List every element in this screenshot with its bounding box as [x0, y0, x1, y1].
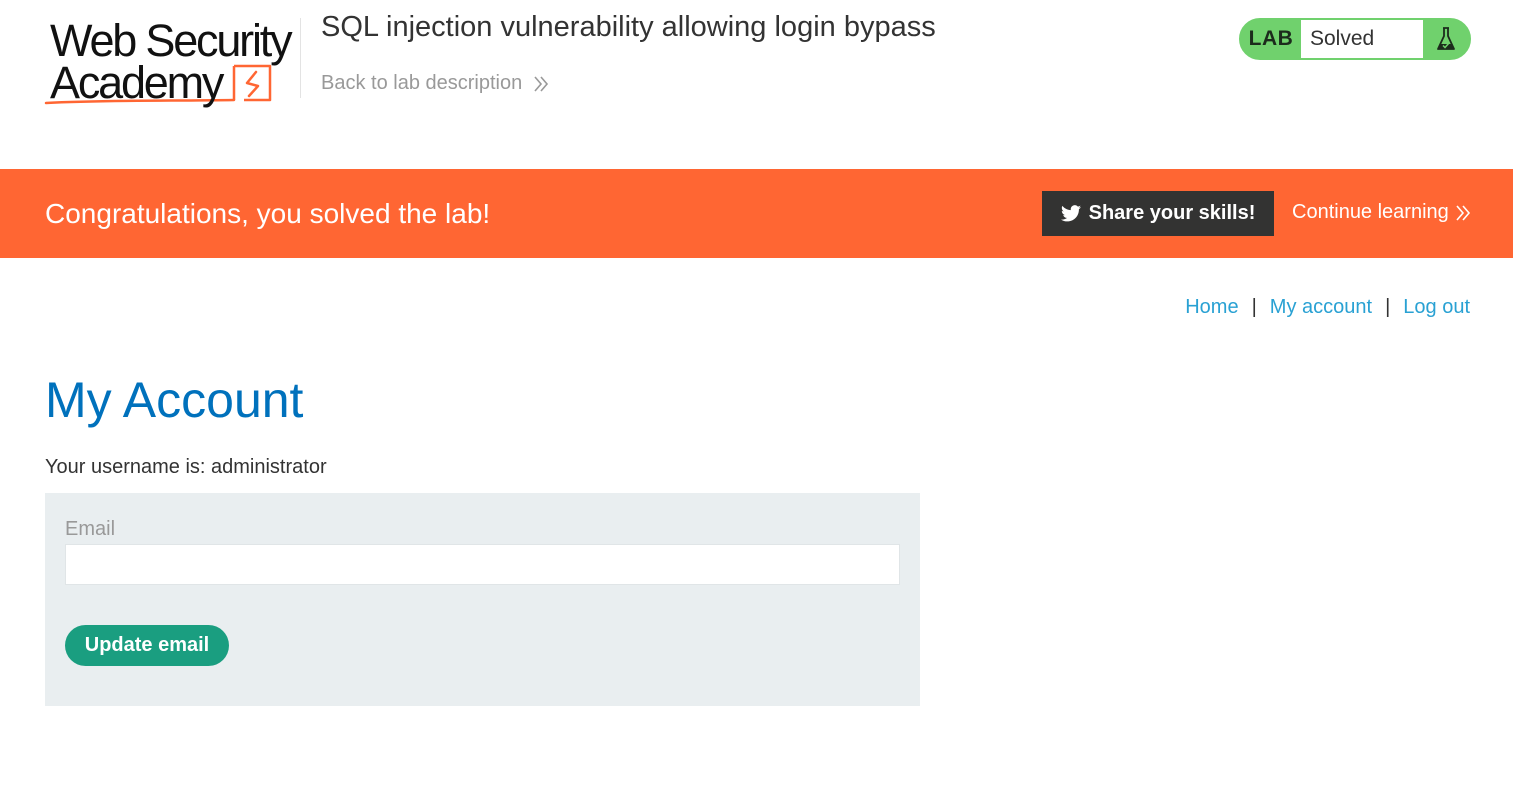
congratulations-banner: Congratulations, you solved the lab! Sha…: [0, 169, 1513, 258]
continue-learning-link[interactable]: Continue learning: [1292, 201, 1472, 224]
share-your-skills-button[interactable]: Share your skills!: [1042, 191, 1274, 236]
nav-home-link[interactable]: Home: [1185, 296, 1238, 319]
nav-separator: |: [1251, 296, 1257, 318]
continue-learning-label: Continue learning: [1292, 201, 1449, 223]
double-chevron-right-icon: [534, 75, 549, 92]
lab-title: SQL injection vulnerability allowing log…: [321, 11, 936, 43]
twitter-icon: [1060, 205, 1081, 222]
top-navigation: Home | My account | Log out: [1185, 296, 1470, 319]
badge-status-text: Solved: [1301, 20, 1423, 58]
lab-status-badge: LAB Solved: [1239, 18, 1471, 60]
update-email-form: Email Update email: [45, 493, 920, 706]
flask-icon: [1423, 20, 1469, 58]
double-chevron-right-icon: [1456, 204, 1470, 221]
nav-log-out-link[interactable]: Log out: [1403, 296, 1470, 319]
update-email-button[interactable]: Update email: [65, 625, 229, 666]
email-label: Email: [65, 518, 116, 540]
page-title: My Account: [45, 372, 304, 428]
congratulations-message: Congratulations, you solved the lab!: [45, 198, 491, 229]
share-button-label: Share your skills!: [1088, 202, 1256, 224]
logo-text-line2: Academy: [50, 57, 224, 108]
nav-separator: |: [1385, 296, 1391, 318]
username-display: Your username is: administrator: [45, 456, 327, 478]
back-to-lab-description-link[interactable]: Back to lab description: [321, 72, 550, 95]
lab-header: Web Security Academy SQL injection vulne…: [0, 0, 1513, 169]
email-input[interactable]: [65, 544, 900, 585]
badge-lab-label: LAB: [1248, 27, 1294, 50]
nav-my-account-link[interactable]: My account: [1270, 296, 1372, 319]
web-security-academy-logo[interactable]: Web Security Academy: [44, 14, 300, 108]
header-divider: [300, 18, 301, 98]
back-link-label: Back to lab description: [321, 72, 523, 94]
